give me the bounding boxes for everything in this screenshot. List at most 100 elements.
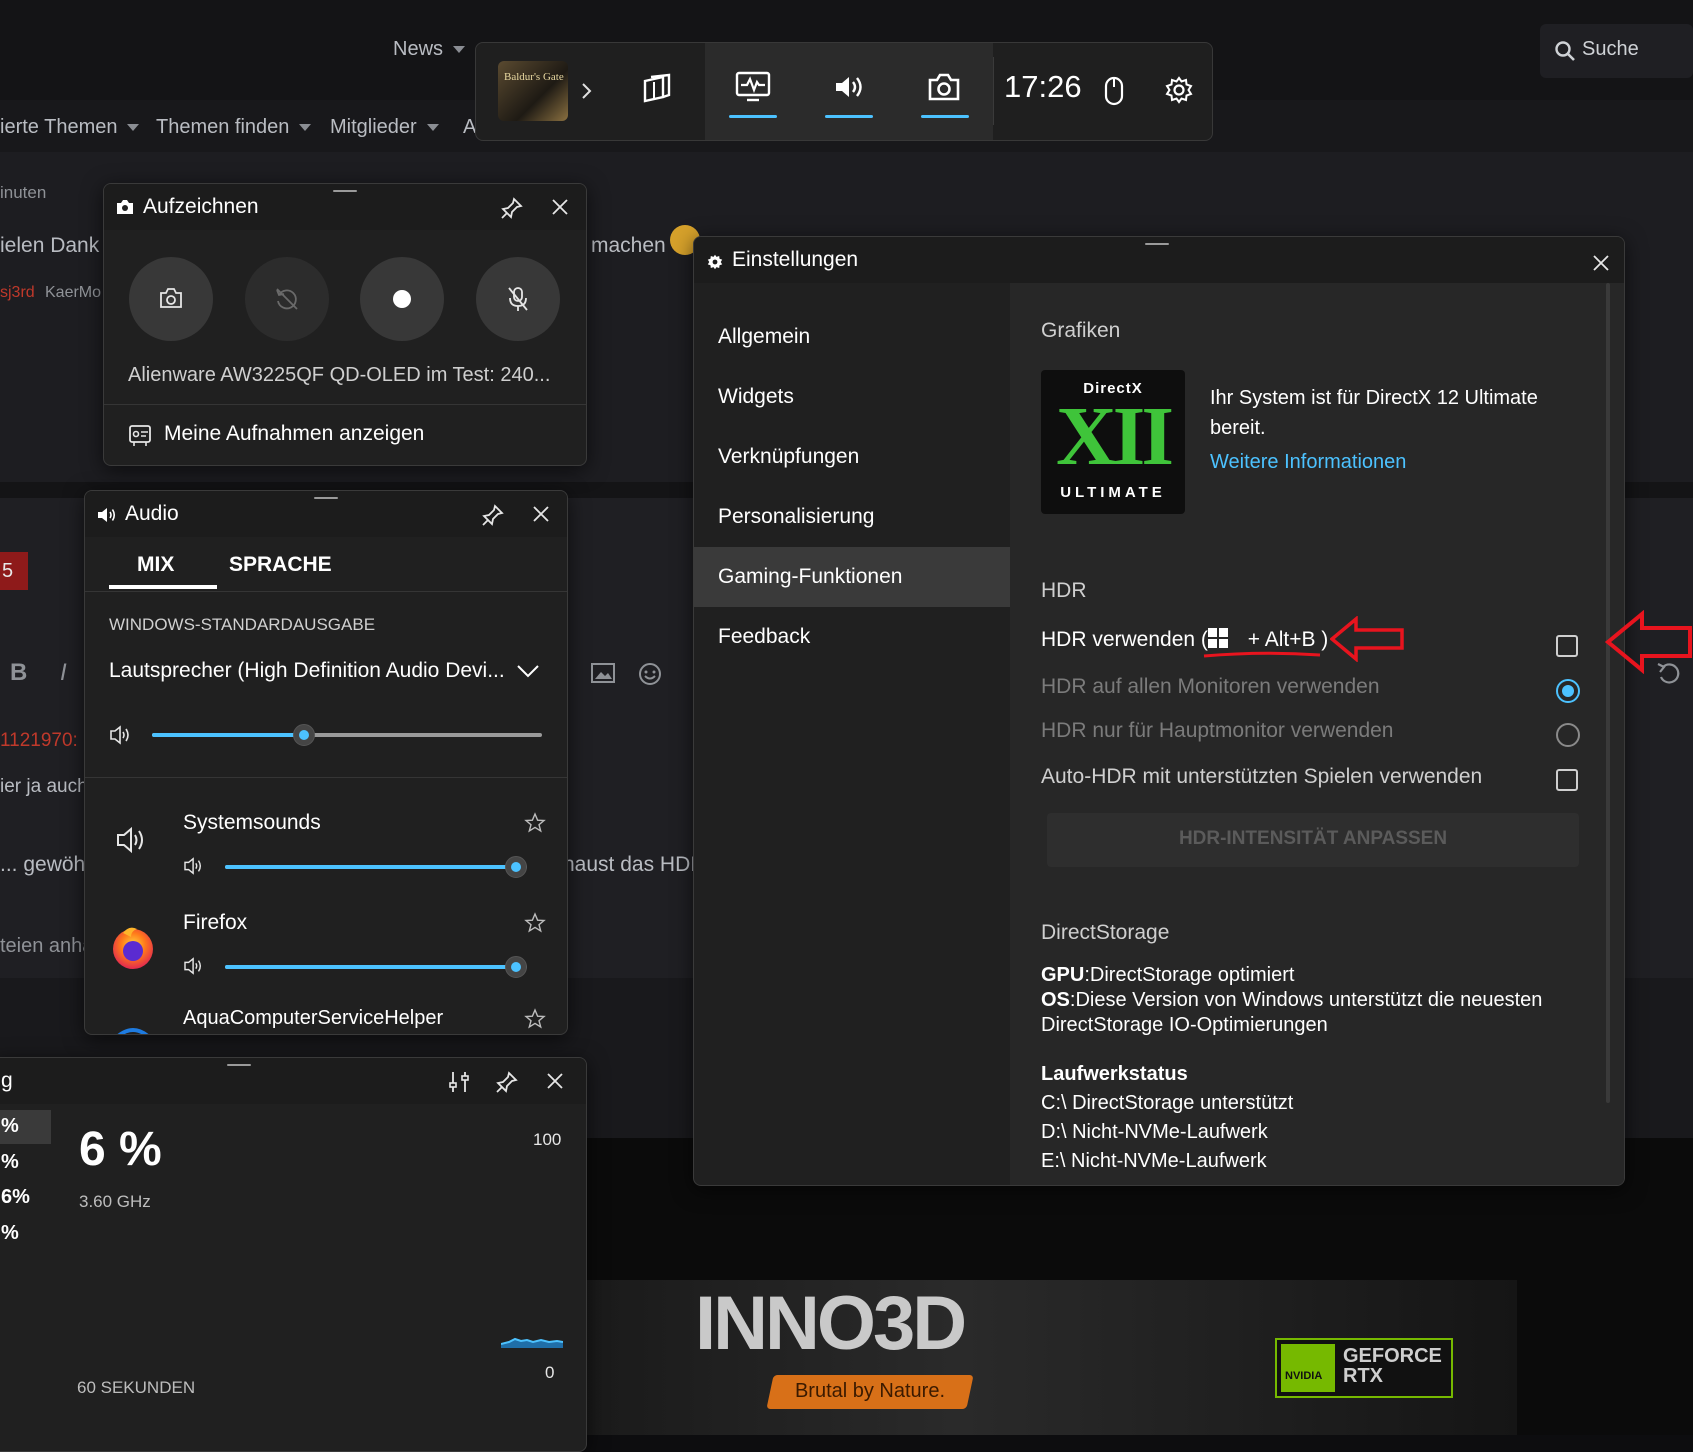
nav-news[interactable]: News [393,38,466,61]
menu-item-2[interactable]: Mitglieder [330,116,439,139]
usage-graph-line [501,1337,563,1348]
capture-button[interactable] [897,43,993,140]
drive-status: C:\ DirectStorage unterstützt [1041,1092,1294,1114]
capture-icon [928,73,960,101]
bold-button[interactable]: B [10,659,27,687]
audio-icon [836,77,862,97]
chevron-down-icon [517,665,539,678]
text-fragment: teien anhä [0,935,94,957]
last-capture-title: Alienware AW3225QF QD-OLED im Test: 240.… [128,364,551,386]
record-button[interactable] [360,257,444,341]
metric-tab[interactable]: 6% [1,1186,30,1209]
mic-button[interactable] [476,257,560,341]
star-icon[interactable] [524,1008,546,1030]
gear-icon [707,254,723,270]
metric-tab[interactable]: % [1,1222,19,1245]
screenshot-button[interactable] [129,257,213,341]
close-icon[interactable] [532,505,550,523]
widgets-icon [643,73,671,103]
drag-handle[interactable] [333,190,357,192]
settings-title: Einstellungen [732,248,859,271]
text-fragment: ier ja auch [0,776,88,797]
divider [993,57,994,125]
drag-handle[interactable] [1145,243,1169,245]
audio-panel: Audio MIX SPRACHE WINDOWS-STANDARDAUSGAB… [84,490,568,1035]
search-label: Suche [1582,38,1639,60]
master-volume-slider[interactable] [152,724,542,746]
volume-icon[interactable] [183,857,205,875]
menu-item-0[interactable]: ierte Themen [0,116,140,139]
directx-logo: DirectX XII ULTIMATE [1041,370,1185,514]
close-icon[interactable] [546,1072,564,1090]
text-fragment: sj3rd [0,284,35,301]
nav-personalisierung[interactable]: Personalisierung [694,487,1010,547]
settings-panel: Einstellungen Allgemein Widgets Verknüpf… [693,236,1625,1186]
slider-thumb[interactable] [505,956,527,978]
close-icon[interactable] [551,198,569,216]
hdr-use-label: HDR verwenden ( + Alt+B ) [1041,628,1329,651]
auto-hdr-checkbox[interactable] [1556,769,1578,791]
pin-icon[interactable] [495,1070,519,1094]
mouse-icon[interactable] [1103,75,1125,107]
nav-allgemein[interactable]: Allgemein [694,307,1010,367]
star-icon[interactable] [524,912,546,934]
tab-sprache[interactable]: SPRACHE [223,537,343,589]
emoji-icon[interactable] [637,661,663,687]
hdr-main-monitor-radio[interactable] [1556,723,1580,747]
slider-thumb[interactable] [505,856,527,878]
annotation-underline [1203,651,1321,658]
capture-panel: Aufzeichnen Alienware AW3225QF QD-OLED i… [103,183,587,466]
metric-tab[interactable]: % [1,1115,19,1138]
drag-handle[interactable] [314,497,338,499]
image-icon[interactable] [590,662,616,684]
performance-button[interactable] [705,43,801,140]
gpu-status: GPU:DirectStorage optimiert [1041,964,1295,986]
windows-key-icon [1208,628,1228,648]
pin-icon[interactable] [500,196,524,220]
hdr-checkbox[interactable] [1556,635,1578,657]
hdr-intensity-button[interactable]: HDR-INTENSITÄT ANPASSEN [1047,813,1579,867]
hdr-all-monitors-label: HDR auf allen Monitoren verwenden [1041,675,1380,698]
output-device-select[interactable]: Lautsprecher (High Definition Audio Devi… [109,651,541,695]
record-last-button[interactable] [245,257,329,341]
star-icon[interactable] [524,812,546,834]
site-search[interactable]: Suche [1540,24,1693,78]
show-captures-link[interactable]: Meine Aufnahmen anzeigen [104,405,586,465]
ad-banner[interactable]: INNO3D Brutal by Nature. NVIDIA GEFORCE … [585,1280,1517,1435]
scrollbar[interactable] [1606,283,1610,1103]
brand-logo: INNO3D [695,1281,967,1366]
text-fragment: machen [591,234,666,257]
italic-button[interactable]: I [60,659,67,687]
pin-icon[interactable] [481,503,505,527]
metric-tab[interactable]: % [1,1151,19,1174]
widgets-button[interactable] [609,43,705,140]
geforce-badge: NVIDIA GEFORCE RTX [1275,1338,1453,1398]
output-section-label: WINDOWS-STANDARDAUSGABE [109,615,376,634]
active-underline [729,115,777,118]
camera-icon [160,288,182,308]
nav-gaming-funktionen[interactable]: Gaming-Funktionen [694,547,1010,607]
slider-thumb[interactable] [293,724,315,746]
audio-title: Audio [125,502,179,525]
chevron-right-icon[interactable] [580,81,594,101]
tab-mix[interactable]: MIX [109,537,217,589]
more-info-link[interactable]: Weitere Informationen [1210,451,1406,474]
volume-icon[interactable] [109,725,133,745]
text-fragment: inuten [0,183,47,202]
game-thumbnail[interactable]: Baldur's Gate [498,61,568,121]
settings-icon[interactable] [1164,75,1194,105]
text-fragment: ielen Dank [0,234,100,257]
app-volume-slider[interactable] [225,856,527,878]
nav-verknuepfungen[interactable]: Verknüpfungen [694,427,1010,487]
nav-feedback[interactable]: Feedback [694,607,1010,667]
audio-button[interactable] [801,43,897,140]
sliders-icon[interactable] [448,1070,470,1094]
nav-widgets[interactable]: Widgets [694,367,1010,427]
app-volume-slider[interactable] [225,956,527,978]
menu-item-1[interactable]: Themen finden [156,116,312,139]
close-icon[interactable] [1592,254,1610,272]
os-status: OS:Diese Version von Windows unterstützt… [1041,989,1543,1036]
volume-icon[interactable] [183,957,205,975]
drag-handle[interactable] [227,1064,251,1066]
hdr-all-monitors-radio[interactable] [1556,679,1580,703]
